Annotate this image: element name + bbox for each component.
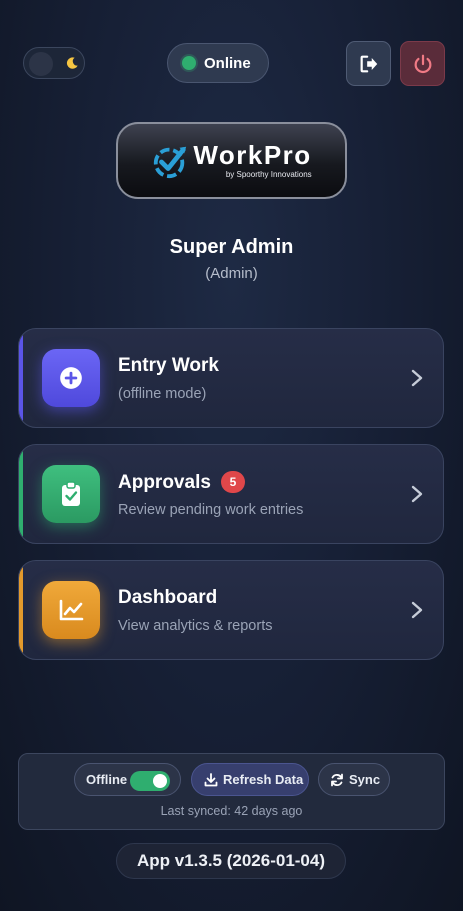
download-icon — [204, 772, 218, 786]
card-accent — [19, 561, 23, 659]
status-dot — [182, 56, 196, 70]
approvals-icon-tile — [42, 465, 100, 523]
logout-icon — [360, 55, 377, 72]
moon-icon — [66, 57, 78, 69]
chart-line-icon — [59, 599, 84, 621]
connection-status: Online — [167, 43, 269, 83]
status-label: Online — [204, 54, 251, 72]
logo-tagline: by Spoorthy Innovations — [225, 170, 312, 179]
offline-switch-knob — [153, 774, 167, 788]
menu-card-dashboard[interactable]: Dashboard View analytics & reports — [18, 560, 444, 660]
user-role: (Admin) — [205, 265, 258, 282]
card-accent — [19, 445, 23, 543]
clipboard-check-icon — [62, 481, 80, 506]
logout-button[interactable] — [346, 41, 391, 86]
theme-toggle-knob — [29, 52, 53, 76]
menu-card-entry-work[interactable]: Entry Work (offline mode) — [18, 328, 444, 428]
approvals-subtitle: Review pending work entries — [118, 502, 304, 518]
theme-toggle[interactable] — [23, 47, 85, 79]
plus-circle-icon — [60, 367, 82, 389]
user-name: Super Admin — [169, 236, 294, 258]
sync-icon — [331, 773, 343, 786]
chevron-right-icon — [411, 369, 423, 387]
logo-name: WorkPro — [193, 140, 312, 170]
refresh-data-label: Refresh Data — [223, 772, 304, 787]
offline-toggle-pill[interactable]: Offline — [74, 763, 181, 796]
dashboard-title: Dashboard — [118, 587, 218, 608]
entry-work-subtitle: (offline mode) — [118, 386, 207, 402]
entry-work-icon-tile — [42, 349, 100, 407]
dashboard-icon-tile — [42, 581, 100, 639]
chevron-right-icon — [411, 485, 423, 503]
logo-check-icon — [154, 146, 187, 178]
dashboard-subtitle: View analytics & reports — [118, 618, 273, 634]
pending-count-badge: 5 — [220, 471, 245, 493]
sync-label: Sync — [349, 772, 381, 787]
card-accent — [19, 329, 23, 427]
app-version: App v1.3.5 (2026-01-04) — [116, 843, 346, 879]
power-button[interactable] — [400, 41, 445, 86]
refresh-data-button[interactable]: Refresh Data — [191, 763, 309, 796]
menu-card-approvals[interactable]: Approvals 5 Review pending work entries — [18, 444, 444, 544]
offline-label: Offline — [86, 772, 128, 787]
power-icon — [414, 54, 431, 73]
sync-button[interactable]: Sync — [318, 763, 390, 796]
top-bar: Online — [0, 0, 463, 120]
app-logo: WorkPro by Spoorthy Innovations — [116, 122, 347, 199]
sync-panel: Offline Refresh Data Sync Last synced: 4… — [18, 753, 445, 830]
approvals-title-text: Approvals — [118, 472, 211, 493]
chevron-right-icon — [411, 601, 423, 619]
approvals-title: Approvals 5 — [118, 471, 245, 494]
offline-switch[interactable] — [130, 771, 170, 791]
entry-work-title: Entry Work — [118, 355, 220, 376]
last-synced-text: Last synced: 42 days ago — [160, 804, 303, 818]
